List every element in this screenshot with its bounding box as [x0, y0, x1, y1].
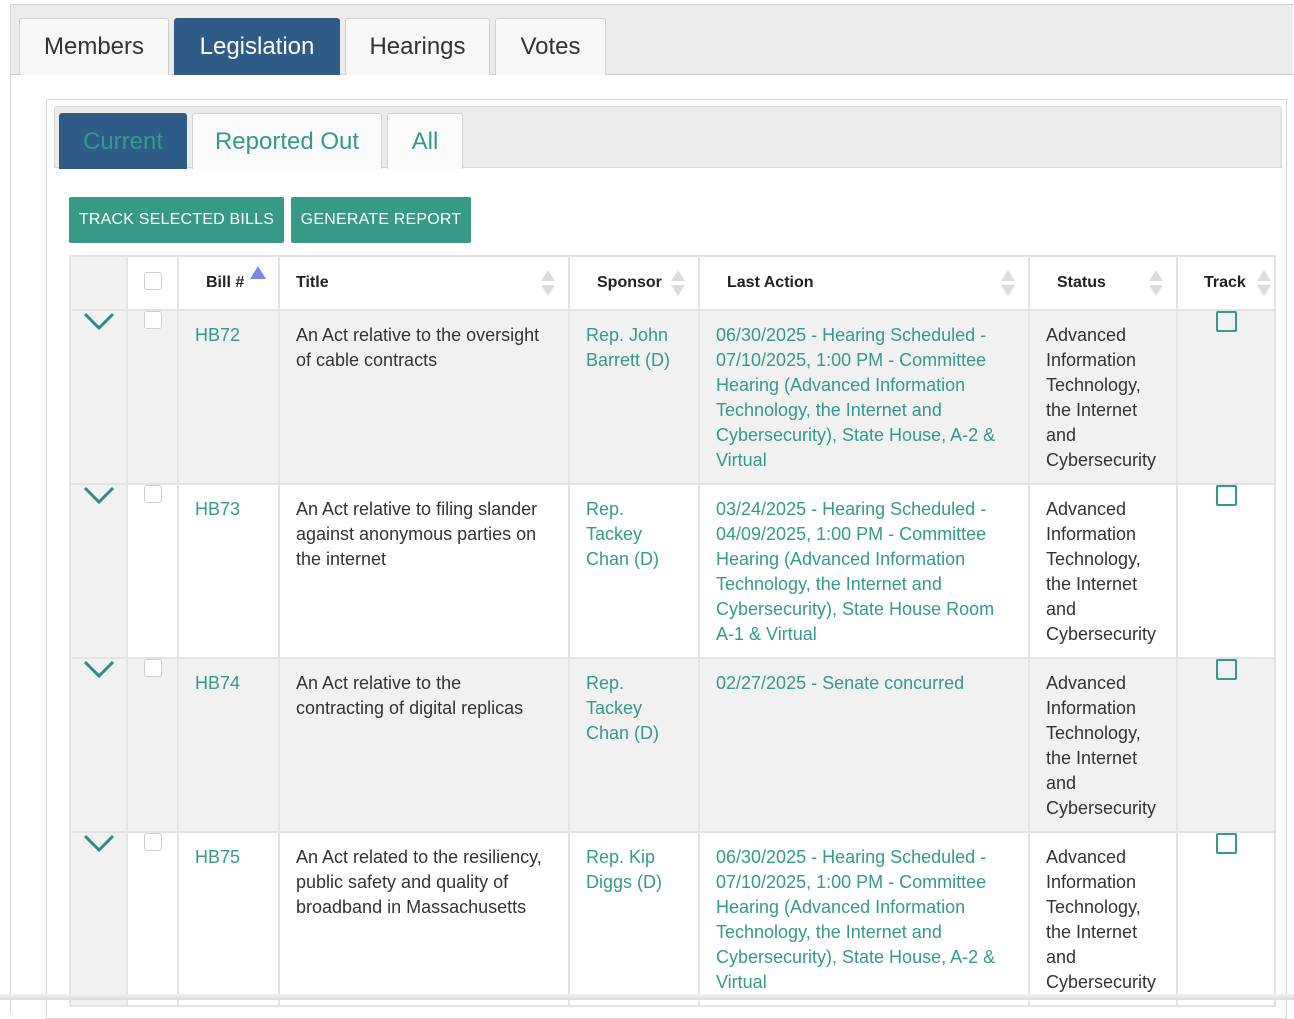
last-action-link[interactable]: 06/30/2025 - Hearing Scheduled - 07/10/2…: [698, 831, 1030, 1007]
last-action-link[interactable]: 06/30/2025 - Hearing Scheduled - 07/10/2…: [698, 309, 1030, 485]
bill-number-header-label: Bill #: [206, 274, 245, 291]
expand-column-header: [69, 255, 128, 311]
tab-members[interactable]: Members: [19, 18, 169, 75]
track-checkbox[interactable]: [1215, 311, 1237, 332]
row-select-checkbox[interactable]: [143, 833, 162, 851]
expand-cell: [69, 309, 128, 485]
tab-reported-out[interactable]: Reported Out: [192, 113, 382, 169]
bill-number-link[interactable]: HB73: [177, 483, 280, 659]
chevron-down-icon[interactable]: [83, 659, 115, 679]
sponsor-link[interactable]: Rep. Tackey Chan (D): [568, 657, 700, 833]
chevron-down-icon[interactable]: [83, 311, 115, 331]
last-action-link[interactable]: 02/27/2025 - Senate concurred: [698, 657, 1030, 833]
main-tab-bar: Members Legislation Hearings Votes: [11, 5, 1293, 75]
track-header-label: Track: [1204, 274, 1246, 291]
sponsor-link[interactable]: Rep. Tackey Chan (D): [568, 483, 700, 659]
track-cell: [1176, 831, 1276, 1007]
bill-status: Advanced Information Technology, the Int…: [1028, 657, 1178, 833]
track-selected-bills-button[interactable]: TRACK SELECTED BILLS: [69, 197, 284, 243]
bill-title: An Act relative to filing slander agains…: [278, 483, 570, 659]
title-header[interactable]: Title: [278, 255, 570, 311]
table-row: HB72 An Act relative to the oversight of…: [69, 309, 1276, 485]
bill-title: An Act relative to the contracting of di…: [278, 657, 570, 833]
tab-current[interactable]: Current: [59, 113, 187, 169]
sort-arrows-icon: [1257, 270, 1271, 296]
last-action-link[interactable]: 03/24/2025 - Hearing Scheduled - 04/09/2…: [698, 483, 1030, 659]
chevron-down-icon[interactable]: [83, 485, 115, 505]
bill-title: An Act related to the resiliency, public…: [278, 831, 570, 1007]
table-row: HB74 An Act relative to the contracting …: [69, 657, 1276, 833]
table-row: HB75 An Act related to the resiliency, p…: [69, 831, 1276, 1007]
select-cell: [126, 657, 179, 833]
tab-legislation[interactable]: Legislation: [174, 18, 340, 75]
sort-arrows-icon: [541, 270, 555, 296]
expand-cell: [69, 483, 128, 659]
sort-arrows-icon: [671, 270, 685, 296]
tab-all[interactable]: All: [387, 113, 463, 169]
expand-cell: [69, 657, 128, 833]
row-select-checkbox[interactable]: [143, 659, 162, 677]
bill-number-link[interactable]: HB72: [177, 309, 280, 485]
sponsor-header-label: Sponsor: [597, 274, 662, 291]
bill-number-link[interactable]: HB75: [177, 831, 280, 1007]
select-cell: [126, 309, 179, 485]
table-header-row: Bill # Title Sponsor Last Action Status …: [69, 255, 1276, 311]
select-cell: [126, 831, 179, 1007]
track-cell: [1176, 309, 1276, 485]
last-action-header[interactable]: Last Action: [698, 255, 1030, 311]
row-select-checkbox[interactable]: [143, 311, 162, 329]
sponsor-link[interactable]: Rep. John Barrett (D): [568, 309, 700, 485]
track-cell: [1176, 657, 1276, 833]
track-cell: [1176, 483, 1276, 659]
status-header[interactable]: Status: [1028, 255, 1178, 311]
tab-hearings[interactable]: Hearings: [345, 18, 490, 75]
select-all-checkbox[interactable]: [143, 271, 162, 290]
track-checkbox[interactable]: [1215, 485, 1237, 506]
select-cell: [126, 483, 179, 659]
legislation-panel: Current Reported Out All TRACK SELECTED …: [46, 99, 1287, 1019]
sponsor-link[interactable]: Rep. Kip Diggs (D): [568, 831, 700, 1007]
bill-number-link[interactable]: HB74: [177, 657, 280, 833]
sponsor-header[interactable]: Sponsor: [568, 255, 700, 311]
track-checkbox[interactable]: [1215, 659, 1237, 680]
bottom-scroll-edge: [0, 994, 1294, 1000]
last-action-header-label: Last Action: [727, 274, 814, 291]
sort-arrows-icon: [1149, 270, 1163, 296]
bills-table: Bill # Title Sponsor Last Action Status …: [69, 255, 1276, 1007]
expand-cell: [69, 831, 128, 1007]
bill-status: Advanced Information Technology, the Int…: [1028, 831, 1178, 1007]
bill-status: Advanced Information Technology, the Int…: [1028, 483, 1178, 659]
bill-number-header[interactable]: Bill #: [177, 255, 280, 311]
status-header-label: Status: [1057, 274, 1106, 291]
sort-ascending-icon: [250, 266, 266, 279]
select-all-header: [126, 255, 179, 311]
tab-votes[interactable]: Votes: [495, 18, 606, 75]
track-header[interactable]: Track: [1176, 255, 1276, 311]
generate-report-button[interactable]: GENERATE REPORT: [291, 197, 471, 243]
sort-arrows-icon: [1001, 270, 1015, 296]
title-header-label: Title: [296, 274, 329, 291]
track-checkbox[interactable]: [1215, 833, 1237, 854]
page-container: Members Legislation Hearings Votes Curre…: [10, 4, 1294, 1019]
row-select-checkbox[interactable]: [143, 485, 162, 503]
bill-title: An Act relative to the oversight of cabl…: [278, 309, 570, 485]
bill-status: Advanced Information Technology, the Int…: [1028, 309, 1178, 485]
sub-tab-bar: Current Reported Out All: [54, 106, 1282, 169]
table-row: HB73 An Act relative to filing slander a…: [69, 483, 1276, 659]
chevron-down-icon[interactable]: [83, 833, 115, 853]
